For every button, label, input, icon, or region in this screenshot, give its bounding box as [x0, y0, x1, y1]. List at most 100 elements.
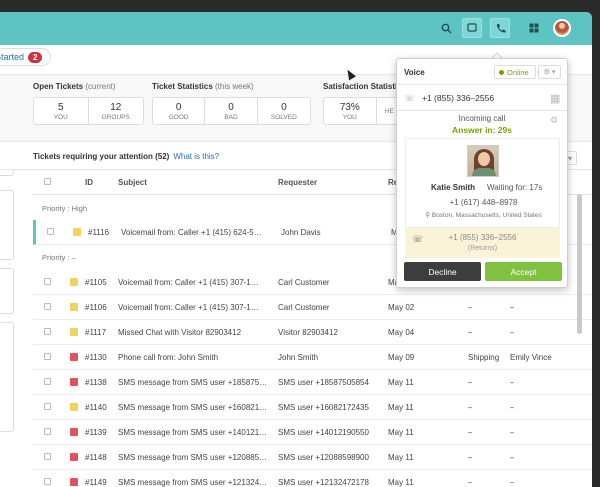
- select-all-checkbox[interactable]: [44, 178, 51, 185]
- row-checkbox[interactable]: [44, 278, 51, 285]
- priority-icon: [70, 328, 78, 336]
- row-checkbox[interactable]: [44, 453, 51, 460]
- ticket-requester: SMS user +14012190550: [278, 428, 369, 437]
- ticket-subject: Missed Chat with Visitor 82903412: [118, 328, 242, 337]
- online-dot-icon: [499, 69, 504, 75]
- priority-icon: [70, 303, 78, 311]
- ticket-id: #1105: [85, 278, 107, 287]
- ticket-id: #1139: [85, 428, 107, 437]
- app-window: Started 2 Open Tickets (current) 5YOU 12…: [0, 12, 592, 487]
- ticket-date: May 11: [388, 428, 414, 437]
- ticket-date: May 11: [388, 403, 414, 412]
- voice-header: Voice Online ⚙ ▾: [397, 59, 567, 85]
- availability-status-dropdown[interactable]: Online: [494, 65, 536, 79]
- waiting-time: Waiting for: 17s: [487, 183, 543, 192]
- priority-icon: [70, 478, 78, 486]
- dial-number[interactable]: +1 (855) 336–2556: [422, 93, 494, 103]
- ticket-assignee: –: [510, 328, 515, 337]
- ticket-subject: Voicemail from: Caller +1 (415) 624-5…: [121, 228, 262, 237]
- caller-card: Katie Smith Waiting for: 17s +1 (617) 44…: [405, 138, 560, 228]
- ticket-group: –: [468, 403, 473, 412]
- voice-settings-dropdown[interactable]: ⚙ ▾: [538, 65, 561, 79]
- chat-icon[interactable]: [462, 18, 482, 38]
- table-row[interactable]: #1130 Phone call from: John Smith John Smi…: [33, 345, 592, 370]
- table-row[interactable]: #1117 Missed Chat with Visitor 82903412 Vi…: [33, 320, 592, 345]
- table-row[interactable]: #1139 SMS message from SMS user +140121… S…: [33, 420, 592, 445]
- row-checkbox[interactable]: [44, 403, 51, 410]
- ticket-group: –: [468, 328, 473, 337]
- phone-icon: ☏: [404, 93, 416, 103]
- ticket-assignee: –: [510, 403, 515, 412]
- started-count-badge: 2: [28, 51, 43, 63]
- table-row[interactable]: #1140 SMS message from SMS user +160821… S…: [33, 395, 592, 420]
- ticket-date: May 11: [388, 453, 414, 462]
- priority-icon: [73, 228, 81, 236]
- priority-icon: [70, 403, 78, 411]
- header-subject[interactable]: Subject: [118, 178, 147, 187]
- started-views-tab[interactable]: Started 2: [0, 48, 52, 66]
- what-is-this-link[interactable]: What is this?: [173, 152, 219, 161]
- ticket-group: –: [468, 453, 473, 462]
- voice-icon[interactable]: [490, 18, 510, 38]
- ticket-subject: Voicemail from: Caller +1 (415) 307-1…: [118, 303, 259, 312]
- left-panel-card: [0, 268, 14, 314]
- user-avatar[interactable]: [553, 19, 571, 37]
- search-icon[interactable]: [436, 18, 456, 38]
- stat-good-box: 0 GOOD: [153, 98, 206, 124]
- dialpad-icon[interactable]: ▦: [550, 92, 560, 105]
- ticket-requester: SMS user +12132472178: [278, 478, 369, 487]
- line-name: (Returns): [467, 245, 498, 252]
- ticket-subject: SMS message from SMS user +185875…: [118, 378, 268, 387]
- dial-bar: ☏ +1 (855) 336–2556 ▦: [397, 85, 567, 111]
- ticket-assignee: –: [510, 303, 515, 312]
- ticket-id: #1138: [85, 378, 107, 387]
- table-row[interactable]: #1149 SMS message from SMS user +121324… S…: [33, 470, 592, 487]
- decline-button[interactable]: Decline: [404, 262, 481, 281]
- group-priority-high: Priority : High: [42, 204, 88, 213]
- ticket-assignee: –: [510, 428, 515, 437]
- gear-icon[interactable]: ⚙: [550, 115, 558, 126]
- called-line-info: ☏ +1 (855) 336–2556 (Returns): [405, 228, 560, 258]
- ticket-date: May 11: [388, 378, 414, 387]
- ticket-group: –: [468, 478, 473, 487]
- open-you-box[interactable]: 5 YOU: [34, 98, 89, 124]
- header-requester[interactable]: Requester: [278, 178, 317, 187]
- voice-title: Voice: [404, 68, 425, 77]
- scrollbar[interactable]: [577, 194, 582, 334]
- ticket-requester: Visitor 82903412: [278, 328, 338, 337]
- satisfaction-statistics: Satisfaction Statisti 73% YOU HE: [323, 82, 403, 125]
- voice-panel: Voice Online ⚙ ▾ ☏ +1 (855) 336–2556 ▦ I…: [396, 58, 568, 288]
- top-bar: [0, 12, 592, 45]
- ticket-id: #1106: [85, 303, 107, 312]
- row-checkbox[interactable]: [44, 303, 51, 310]
- satisfaction-you-box: 73% YOU: [324, 98, 377, 124]
- stat-bad-box: 0 BAD: [205, 98, 258, 124]
- ticket-assignee: –: [510, 478, 515, 487]
- priority-icon: [70, 278, 78, 286]
- ticket-subject: Voicemail from: Caller +1 (415) 307-1…: [118, 278, 259, 287]
- accept-button[interactable]: Accept: [485, 262, 562, 281]
- line-number: +1 (855) 336–2556: [448, 233, 517, 242]
- row-checkbox[interactable]: [44, 478, 51, 485]
- caller-name[interactable]: Katie Smith: [431, 183, 475, 192]
- ticket-statistics: Ticket Statistics (this week) 0 GOOD 0 BAD…: [152, 82, 311, 125]
- open-groups-box[interactable]: 12 GROUPS: [89, 98, 144, 124]
- ticket-assignee: Emily Vince: [510, 353, 552, 362]
- ticket-group: –: [468, 378, 473, 387]
- row-checkbox[interactable]: [44, 428, 51, 435]
- location-pin-icon: ⚲: [425, 212, 432, 219]
- row-checkbox[interactable]: [44, 353, 51, 360]
- row-checkbox[interactable]: [44, 328, 51, 335]
- started-label: Started: [0, 52, 25, 62]
- ticket-subject: SMS message from SMS user +120885…: [118, 453, 268, 462]
- table-row[interactable]: #1138 SMS message from SMS user +185875… S…: [33, 370, 592, 395]
- apps-grid-icon[interactable]: [524, 18, 544, 38]
- ticket-date: May 04: [388, 328, 415, 337]
- ticket-id: #1116: [88, 228, 110, 237]
- group-priority-none: Priority : –: [42, 253, 76, 262]
- row-checkbox[interactable]: [44, 378, 51, 385]
- table-row[interactable]: #1148 SMS message from SMS user +120885… S…: [33, 445, 592, 470]
- header-id[interactable]: ID: [85, 178, 93, 187]
- table-row[interactable]: #1106 Voicemail from: Caller +1 (415) 307…: [33, 295, 592, 320]
- row-checkbox[interactable]: [47, 228, 54, 235]
